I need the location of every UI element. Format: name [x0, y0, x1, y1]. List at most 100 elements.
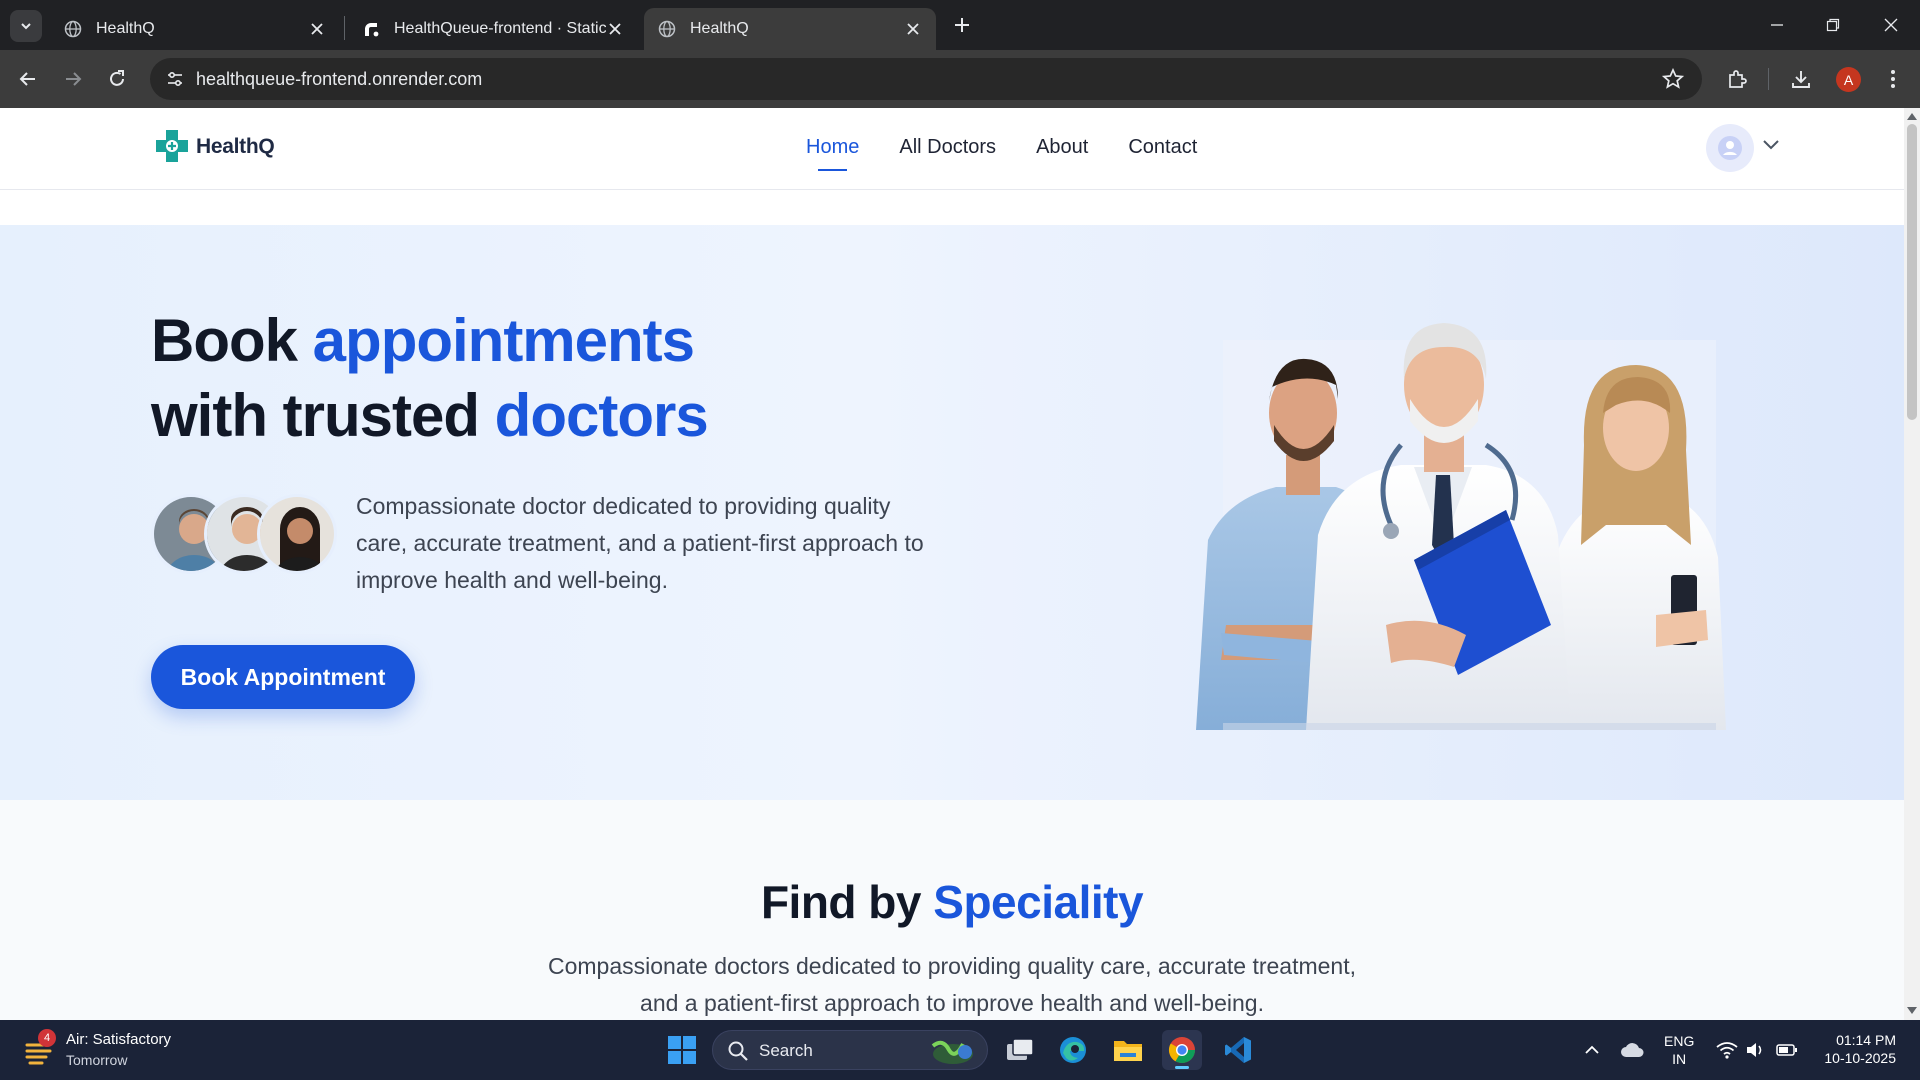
page-scrollbar[interactable] — [1904, 108, 1920, 1020]
scroll-up-arrow-icon[interactable] — [1907, 110, 1917, 122]
system-clock[interactable]: 01:14 PM 10-10-2025 — [1812, 1031, 1896, 1067]
main-nav: Home All Doctors About Contact — [806, 136, 1237, 171]
tune-icon — [168, 71, 182, 87]
vscode-app-button[interactable] — [1218, 1030, 1258, 1070]
tab-healthq-1[interactable]: HealthQ — [50, 8, 340, 50]
nav-contact[interactable]: Contact — [1128, 136, 1197, 159]
arrow-left-icon — [19, 72, 35, 86]
weather-text: Air: Satisfactory Tomorrow — [66, 1030, 171, 1070]
show-hidden-icons-button[interactable] — [1580, 1038, 1604, 1062]
search-highlight-icon — [931, 1040, 973, 1064]
chevron-down-icon — [21, 23, 31, 30]
vscode-icon — [1225, 1037, 1251, 1063]
clock-date: 10-10-2025 — [1824, 1050, 1896, 1066]
hero-description: Compassionate doctor dedicated to provid… — [356, 493, 924, 593]
tab-search-dropdown-button[interactable] — [10, 10, 42, 42]
restore-icon — [1826, 18, 1840, 32]
start-button[interactable] — [662, 1030, 702, 1070]
tab-separator — [344, 16, 345, 40]
wifi-tray-button[interactable] — [1715, 1038, 1739, 1062]
hero-title-line1-dark: Book — [151, 307, 313, 374]
arrow-right-icon — [66, 72, 82, 86]
language-indicator[interactable]: ENG IN — [1664, 1032, 1694, 1068]
tab-close-icon[interactable] — [904, 20, 922, 38]
book-appointment-button[interactable]: Book Appointment — [151, 645, 415, 709]
task-view-icon — [1007, 1038, 1034, 1060]
wifi-icon — [1716, 1042, 1738, 1059]
scrollbar-thumb[interactable] — [1907, 124, 1917, 420]
nav-all-doctors[interactable]: All Doctors — [899, 136, 996, 159]
speciality-description: Compassionate doctors dedicated to provi… — [548, 953, 1356, 1016]
profile-avatar[interactable]: A — [1836, 67, 1861, 92]
speciality-title-blue: Speciality — [933, 876, 1144, 928]
cloud-icon — [1621, 1043, 1644, 1057]
browser-menu-button[interactable] — [1880, 66, 1906, 92]
hero-title-line1-blue: appointments — [312, 307, 695, 374]
hero-section: Book appointments with trusted doctors C… — [0, 225, 1904, 800]
hero-title: Book appointments with trusted doctors — [151, 303, 709, 453]
back-button[interactable] — [13, 64, 43, 94]
tab-title: HealthQ — [96, 20, 155, 37]
close-window-button[interactable] — [1871, 10, 1911, 40]
kebab-menu-icon — [1891, 70, 1895, 88]
reload-button[interactable] — [102, 64, 132, 94]
nav-home[interactable]: Home — [806, 136, 859, 171]
scroll-down-arrow-icon[interactable] — [1907, 1005, 1917, 1017]
tab-title: HealthQ — [690, 20, 749, 37]
chevron-down-icon — [1763, 140, 1779, 150]
site-info-button[interactable] — [160, 64, 190, 94]
render-logo-icon — [362, 20, 380, 38]
air-quality-icon: 4 — [24, 1029, 58, 1067]
tab-close-icon[interactable] — [606, 20, 624, 38]
doctors-group-image — [1196, 323, 1726, 730]
browser-toolbar: healthqueue-frontend.onrender.com A — [0, 50, 1920, 108]
clock-time: 01:14 PM — [1836, 1032, 1896, 1048]
speaker-icon — [1747, 1043, 1762, 1057]
chrome-app-button[interactable] — [1162, 1030, 1202, 1070]
user-avatar-button[interactable] — [1706, 124, 1754, 172]
language-code: ENG — [1664, 1033, 1695, 1049]
user-icon — [1718, 136, 1742, 160]
battery-tray-button[interactable] — [1775, 1038, 1799, 1062]
doctor-avatar — [257, 494, 337, 574]
weather-title: Air: Satisfactory — [66, 1031, 172, 1048]
hero-title-line2-blue: doctors — [494, 382, 709, 449]
bookmark-star-icon[interactable] — [1661, 67, 1685, 90]
file-explorer-button[interactable] — [1108, 1030, 1148, 1070]
folder-icon — [1114, 1041, 1142, 1061]
tab-healthqueue-frontend[interactable]: HealthQueue-frontend · Static — [348, 8, 638, 50]
volume-tray-button[interactable] — [1743, 1038, 1767, 1062]
site-navbar: HealthQ Home All Doctors About Contact — [0, 108, 1904, 190]
address-bar[interactable]: healthqueue-frontend.onrender.com — [150, 58, 1702, 100]
edge-browser-icon — [1060, 1037, 1086, 1063]
download-icon — [1792, 71, 1810, 88]
toolbar-divider — [1768, 68, 1769, 90]
nav-about[interactable]: About — [1036, 136, 1088, 159]
url-text[interactable]: healthqueue-frontend.onrender.com — [196, 69, 482, 90]
new-tab-button[interactable] — [950, 13, 974, 37]
weather-subtitle: Tomorrow — [66, 1052, 128, 1068]
speciality-title: Find by Speciality — [0, 875, 1904, 929]
speciality-title-dark: Find by — [760, 876, 934, 928]
puzzle-icon — [1729, 70, 1747, 88]
tab-close-icon[interactable] — [308, 20, 326, 38]
weather-widget[interactable]: 4 Air: Satisfactory Tomorrow — [24, 1029, 171, 1070]
globe-icon — [64, 20, 82, 38]
speciality-section: Find by Speciality Compassionate doctors… — [0, 800, 1904, 1020]
downloads-button[interactable] — [1788, 66, 1814, 92]
medical-cross-logo-icon — [156, 130, 188, 162]
site-logo[interactable]: HealthQ — [152, 128, 275, 166]
tab-healthq-active[interactable]: HealthQ — [644, 8, 936, 50]
taskbar-search[interactable]: Search — [712, 1030, 988, 1070]
task-view-button[interactable] — [1000, 1030, 1040, 1070]
restore-button[interactable] — [1813, 10, 1853, 40]
battery-icon — [1776, 1044, 1797, 1056]
user-menu-chevron[interactable] — [1762, 138, 1780, 157]
windows-logo-icon — [668, 1036, 696, 1064]
notification-badge: 4 — [38, 1029, 56, 1047]
forward-button[interactable] — [58, 64, 88, 94]
onedrive-tray-button[interactable] — [1620, 1038, 1644, 1062]
edge-app-button[interactable] — [1053, 1030, 1093, 1070]
extensions-button[interactable] — [1724, 66, 1750, 92]
minimize-button[interactable] — [1757, 10, 1797, 40]
